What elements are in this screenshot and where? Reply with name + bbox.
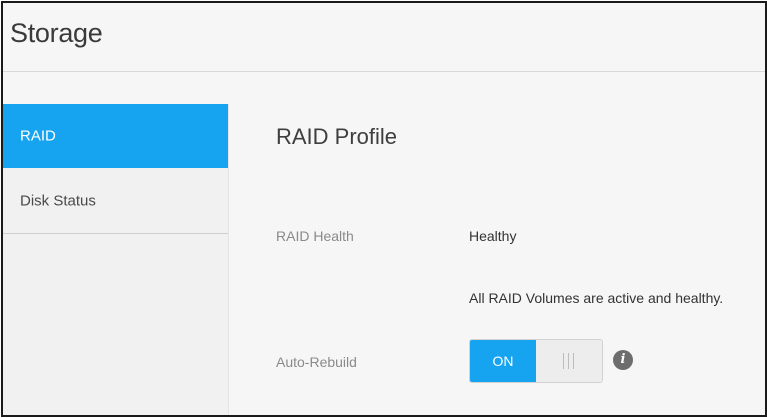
auto-rebuild-toggle[interactable]: ON — [469, 339, 603, 383]
section-title: RAID Profile — [276, 124, 398, 149]
sidebar: RAID Disk Status — [3, 104, 229, 415]
page-title: Storage — [10, 18, 103, 48]
main-content: RAID Profile RAID Health Healthy All RAI… — [229, 72, 765, 415]
raid-health-detail: All RAID Volumes are active and healthy. — [469, 290, 724, 306]
sidebar-item-disk-status[interactable]: Disk Status — [3, 168, 228, 234]
sidebar-item-label: Disk Status — [20, 192, 96, 209]
toggle-on-label: ON — [470, 340, 536, 382]
sidebar-item-raid[interactable]: RAID — [3, 104, 228, 168]
grip-line — [563, 353, 564, 369]
storage-window: Storage RAID Disk Status RAID Profile RA… — [1, 1, 767, 417]
raid-health-value: Healthy — [469, 228, 517, 244]
toggle-knob[interactable] — [536, 340, 602, 382]
auto-rebuild-label: Auto-Rebuild — [276, 354, 357, 370]
grip-line — [573, 353, 574, 369]
info-icon[interactable]: i — [613, 350, 633, 370]
sidebar-item-label: RAID — [20, 127, 56, 145]
raid-health-label: RAID Health — [276, 228, 354, 244]
grip-line — [568, 353, 569, 369]
page-header: Storage — [3, 3, 765, 72]
